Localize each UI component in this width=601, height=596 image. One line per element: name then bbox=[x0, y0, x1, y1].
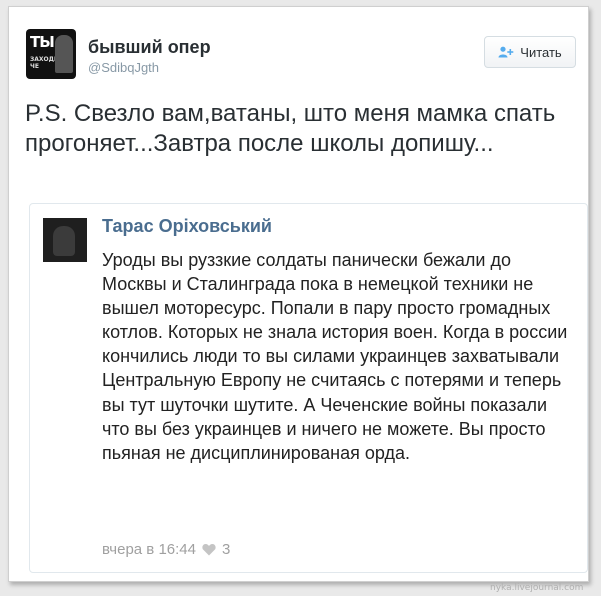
heart-icon[interactable] bbox=[202, 543, 216, 556]
quoted-post-timestamp: вчера в 16:44 bbox=[102, 541, 196, 558]
author-name[interactable]: бывший опер bbox=[88, 37, 211, 58]
like-count: 3 bbox=[221, 541, 231, 558]
watermark: nyka.livejournal.com bbox=[490, 583, 584, 593]
author-handle[interactable]: @SdibqJgth bbox=[88, 60, 159, 75]
quoted-author-avatar[interactable] bbox=[43, 218, 87, 262]
tweet-card: ТЫ ЗАХОДИ ЧЕ бывший опер @SdibqJgth Читат… bbox=[8, 6, 589, 582]
tweet-text: P.S. Свезло вам,ватаны, што меня мамка с… bbox=[25, 100, 556, 157]
quoted-post-text: Уроды вы руззкие солдаты панически бежал… bbox=[102, 250, 568, 463]
add-user-icon bbox=[498, 46, 514, 58]
quoted-post[interactable]: Тарас Оріховський Уроды вы руззкие солда… bbox=[29, 203, 588, 573]
avatar-text-big: ТЫ bbox=[30, 33, 55, 51]
quoted-author-name[interactable]: Тарас Оріховський bbox=[102, 216, 272, 237]
avatar-figure bbox=[55, 35, 73, 73]
follow-button[interactable]: Читать bbox=[484, 36, 576, 68]
author-avatar[interactable]: ТЫ ЗАХОДИ ЧЕ bbox=[26, 29, 76, 79]
avatar-silhouette bbox=[53, 226, 75, 256]
quoted-post-meta: вчера в 16:44 3 bbox=[102, 541, 230, 558]
follow-label: Читать bbox=[520, 44, 562, 60]
